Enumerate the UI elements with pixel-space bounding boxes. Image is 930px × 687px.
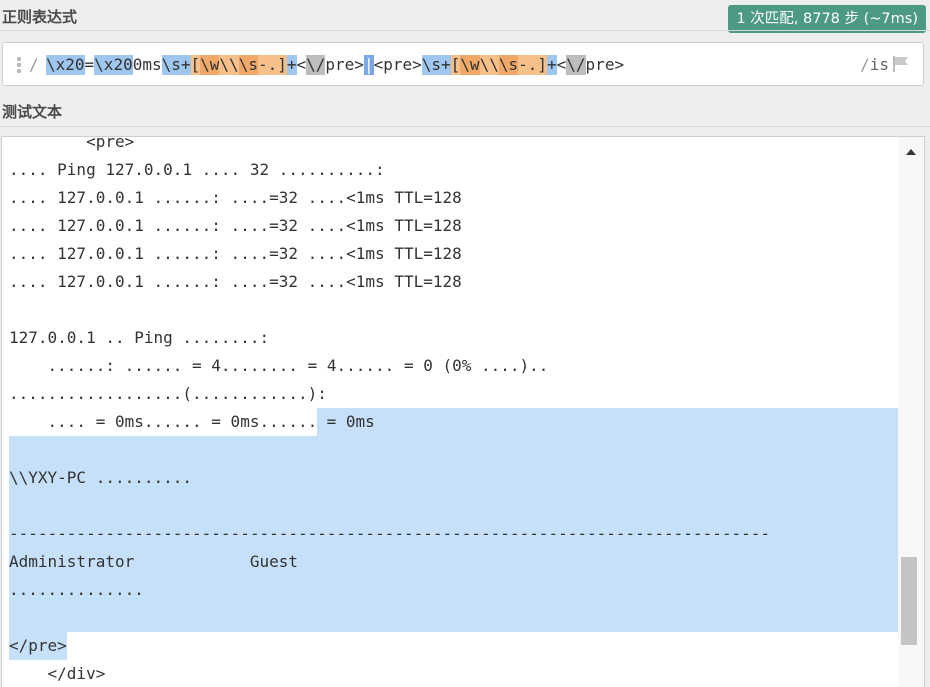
- regex-token: =: [84, 55, 95, 74]
- test-text-section-label: 测试文本: [2, 103, 63, 121]
- test-text-line: .... 127.0.0.1 ......: ....=32 ....<1ms …: [9, 272, 462, 291]
- regex-token: pre>: [325, 55, 364, 74]
- test-text-line: .... 127.0.0.1 ......: ....=32 ....<1ms …: [9, 188, 462, 207]
- test-text-line: .... 127.0.0.1 ......: ....=32 ....<1ms …: [9, 244, 462, 263]
- regex-token: \/: [566, 55, 586, 75]
- test-text-line: .... Ping 127.0.0.1 .... 32 ..........:: [9, 160, 385, 179]
- test-text-line: [9, 436, 898, 464]
- regex-token: |: [363, 55, 374, 75]
- test-text-line: [9, 296, 898, 324]
- regex-section-label: 正则表达式: [2, 8, 78, 26]
- regex-token: <: [556, 55, 567, 74]
- divider: [0, 126, 930, 127]
- regex-flags-text: is: [869, 55, 889, 74]
- regex-token: -.]: [518, 55, 547, 75]
- regex-token: \s: [498, 55, 519, 75]
- regex-token: \/: [306, 55, 326, 75]
- test-text-line: </div>: [9, 664, 106, 683]
- match-highlight: = 0ms: [317, 408, 898, 436]
- regex-token: [: [450, 55, 461, 75]
- flag-icon[interactable]: [892, 56, 910, 72]
- test-text-line: Administrator Guest: [9, 548, 898, 576]
- test-text-line: [9, 604, 898, 632]
- scrollbar[interactable]: [898, 137, 924, 687]
- test-text-line: </pre>: [9, 632, 898, 660]
- scrollbar-thumb[interactable]: [901, 557, 917, 645]
- regex-token: \x20: [94, 55, 133, 75]
- test-text-line: [9, 492, 898, 520]
- regex-token: \\: [479, 55, 499, 75]
- match-highlight: </pre>: [9, 632, 67, 660]
- match-info-badge: 1 次匹配, 8778 步 (~7ms): [728, 5, 926, 33]
- regex-token: <: [296, 55, 307, 74]
- regex-token: \s: [238, 55, 258, 75]
- drag-handle-icon[interactable]: [17, 57, 21, 73]
- test-text-line: ......: ...... = 4........ = 4...... = 0…: [9, 356, 549, 375]
- regex-open-delimiter: /: [29, 55, 39, 74]
- regex-token: pre>: [585, 55, 625, 74]
- regex-token: [: [190, 55, 201, 75]
- divider: [0, 30, 930, 31]
- test-text-area[interactable]: <pre> .... Ping 127.0.0.1 .... 32 .......…: [1, 136, 925, 687]
- scroll-up-arrow-icon[interactable]: [906, 149, 916, 155]
- test-text-segment: .... = 0ms...... = 0ms......: [9, 412, 318, 431]
- test-text-line: ----------------------------------------…: [9, 520, 898, 548]
- regex-token: 0ms: [132, 55, 162, 74]
- regex-input-box[interactable]: / \x20=\x200ms\s+[\w\\\s-.]+<\/pre>|<pre…: [2, 42, 924, 86]
- regex-token: +: [286, 55, 297, 75]
- regex-token: \\: [219, 55, 239, 75]
- regex-token: \w: [200, 55, 220, 75]
- regex-close-delimiter: /: [860, 55, 870, 74]
- regex-token: +: [547, 55, 557, 75]
- regex-token: \x20: [46, 55, 85, 75]
- regex-token: -.]: [257, 55, 287, 75]
- regex-token: \w: [460, 55, 480, 75]
- regex-flags[interactable]: /is: [860, 55, 889, 74]
- test-text-line: 127.0.0.1 .. Ping ........:: [9, 328, 270, 347]
- test-text-line: .... = 0ms...... = 0ms...... = 0ms: [9, 408, 898, 436]
- test-text-line: .... 127.0.0.1 ......: ....=32 ....<1ms …: [9, 216, 462, 235]
- test-text-line: <pre>: [9, 136, 135, 151]
- test-text-line: ..................(............):: [9, 384, 327, 403]
- regex-expression[interactable]: \x20=\x200ms\s+[\w\\\s-.]+<\/pre>|<pre>\…: [46, 55, 624, 75]
- test-text-line: \\YXY-PC ..........: [9, 464, 898, 492]
- regex-token: \s+: [161, 55, 191, 75]
- regex-token: \s+: [421, 55, 451, 75]
- regex-token: <pre>: [373, 55, 422, 74]
- test-text-line: ..............: [9, 576, 898, 604]
- test-text-lines[interactable]: <pre> .... Ping 127.0.0.1 .... 32 .......…: [9, 136, 898, 687]
